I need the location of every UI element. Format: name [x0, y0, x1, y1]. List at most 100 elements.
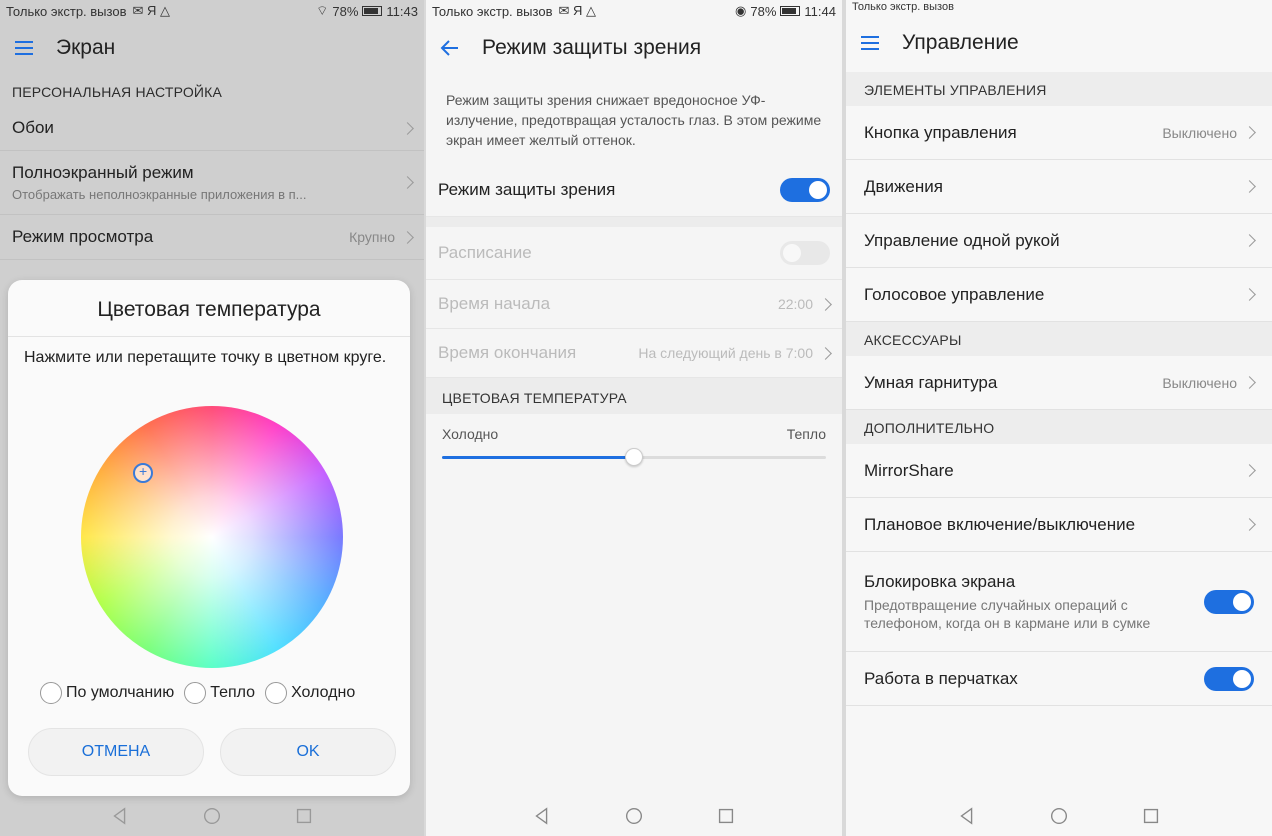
battery-icon — [780, 6, 801, 16]
one-hand-row[interactable]: Управление одной рукой — [846, 214, 1272, 268]
row-subtitle: Отображать неполноэкранные приложения в … — [12, 187, 307, 202]
control-button-row[interactable]: Кнопка управления Выключено — [846, 106, 1272, 160]
row-title: Управление одной рукой — [864, 230, 1060, 250]
radio-circle — [40, 682, 62, 704]
color-picker-handle[interactable] — [133, 463, 153, 483]
display-settings-panel: Только экстр. вызов ✉ Я △ ⌔ 78% 11:43 Эк… — [0, 0, 424, 836]
slider-max-label: Тепло — [786, 426, 826, 442]
eye-icon: ◉ — [735, 3, 747, 18]
battery-percent: 78% — [332, 3, 359, 19]
back-nav-icon[interactable] — [531, 805, 553, 827]
home-nav-icon[interactable] — [201, 805, 223, 827]
row-value: Выключено — [1162, 374, 1237, 391]
back-nav-icon[interactable] — [109, 805, 131, 827]
wallpaper-row[interactable]: Обои — [0, 106, 424, 151]
radio-label: Холодно — [291, 684, 356, 701]
eye-comfort-panel: Только экстр. вызов ✉ Я △ ◉ 78% 11:44 Ре… — [426, 0, 842, 836]
cancel-button[interactable]: ОТМЕНА — [28, 728, 204, 776]
chevron-right-icon — [1243, 376, 1256, 389]
temperature-slider[interactable] — [442, 448, 826, 466]
voice-control-row[interactable]: Голосовое управление — [846, 268, 1272, 322]
menu-icon[interactable] — [12, 36, 36, 60]
row-value: 22:00 — [777, 296, 813, 312]
dialog-title: Цветовая температура — [8, 280, 410, 337]
divider — [426, 217, 842, 227]
app-bar: Экран — [0, 22, 424, 74]
radio-cold[interactable]: Холодно — [265, 682, 355, 704]
slider-thumb[interactable] — [625, 448, 643, 466]
radio-label: Тепло — [210, 684, 256, 701]
section-header: АКСЕССУАРЫ — [846, 322, 1272, 356]
chevron-right-icon — [401, 121, 414, 135]
recents-nav-icon[interactable] — [715, 805, 737, 827]
row-title: Время окончания — [438, 343, 577, 362]
carrier-text: Только экстр. вызов — [432, 3, 553, 19]
row-title: Умная гарнитура — [864, 372, 998, 392]
page-title: Режим защиты зрения — [482, 36, 702, 59]
status-bar: Только экстр. вызов ✉ Я △ ◉ 78% 11:44 — [426, 0, 842, 22]
clock: 11:44 — [804, 3, 836, 19]
end-time-row[interactable]: Время окончания На следующий день в 7:00 — [426, 329, 842, 378]
row-title: Обои — [12, 118, 54, 137]
preset-radio-group: По умолчанию Тепло Холодно — [40, 682, 355, 704]
status-bar: Только экстр. вызов — [846, 0, 1272, 14]
back-nav-icon[interactable] — [956, 805, 978, 827]
fullscreen-row[interactable]: Полноэкранный режим Отображать неполноэк… — [0, 151, 424, 215]
clock: 11:43 — [386, 3, 418, 19]
mirrorshare-row[interactable]: MirrorShare — [846, 444, 1272, 498]
row-subtitle: Предотвращение случайных операций с теле… — [864, 596, 1151, 631]
radio-default[interactable]: По умолчанию — [40, 682, 174, 704]
ok-button[interactable]: OK — [220, 728, 396, 776]
color-wheel[interactable] — [81, 406, 343, 668]
glove-mode-row[interactable]: Работа в перчатках — [846, 652, 1272, 706]
smart-headset-row[interactable]: Умная гарнитура Выключено — [846, 356, 1272, 410]
radio-circle — [265, 682, 288, 704]
scheduled-power-row[interactable]: Плановое включение/выключение — [846, 498, 1272, 552]
eye-comfort-switch[interactable] — [780, 178, 830, 202]
notification-icons: ✉ Я △ — [558, 3, 596, 18]
feature-description: Режим защиты зрения снижает вредоносное … — [446, 92, 822, 148]
slider-min-label: Холодно — [442, 426, 499, 442]
menu-icon[interactable] — [858, 31, 882, 55]
row-title: Расписание — [438, 243, 532, 262]
nav-bar — [0, 796, 424, 836]
app-bar: Управление — [846, 14, 1272, 72]
screen-lock-switch[interactable] — [1204, 589, 1254, 614]
radio-warm[interactable]: Тепло — [184, 682, 255, 704]
temperature-slider-block: Холодно Тепло — [426, 414, 842, 479]
screen-lock-row[interactable]: Блокировка экрана Предотвращение случайн… — [846, 552, 1272, 652]
chevron-right-icon — [819, 297, 832, 311]
page-title: Экран — [56, 36, 116, 59]
schedule-row[interactable]: Расписание — [426, 227, 842, 280]
chevron-right-icon — [1243, 126, 1256, 139]
page-title: Управление — [902, 31, 1019, 54]
start-time-row[interactable]: Время начала 22:00 — [426, 280, 842, 329]
row-title: MirrorShare — [864, 460, 954, 480]
row-title: Движения — [864, 176, 943, 196]
row-title: Кнопка управления — [864, 122, 1017, 142]
chevron-right-icon — [1243, 234, 1256, 247]
back-arrow-icon[interactable] — [438, 36, 462, 60]
eye-comfort-toggle-row[interactable]: Режим защиты зрения — [426, 164, 842, 217]
carrier-text: Только экстр. вызов — [6, 3, 127, 19]
radio-circle — [184, 682, 207, 704]
recents-nav-icon[interactable] — [1140, 805, 1162, 827]
view-mode-row[interactable]: Режим просмотра Крупно — [0, 215, 424, 260]
row-value: Крупно — [349, 229, 395, 245]
motions-row[interactable]: Движения — [846, 160, 1272, 214]
wifi-icon: ⌔ — [316, 3, 329, 18]
recents-nav-icon[interactable] — [293, 805, 315, 827]
row-title: Полноэкранный режим — [12, 163, 194, 182]
row-title: Режим защиты зрения — [438, 180, 616, 199]
chevron-right-icon — [1243, 518, 1256, 531]
notification-icons: ✉ Я △ — [132, 3, 170, 18]
home-nav-icon[interactable] — [623, 805, 645, 827]
glove-mode-switch[interactable] — [1204, 666, 1254, 691]
home-nav-icon[interactable] — [1048, 805, 1070, 827]
row-title: Работа в перчатках — [864, 668, 1018, 688]
radio-label: По умолчанию — [66, 684, 175, 701]
battery-icon — [362, 6, 383, 16]
row-title: Режим просмотра — [12, 227, 154, 246]
schedule-switch[interactable] — [780, 241, 830, 265]
row-title: Голосовое управление — [864, 284, 1045, 304]
